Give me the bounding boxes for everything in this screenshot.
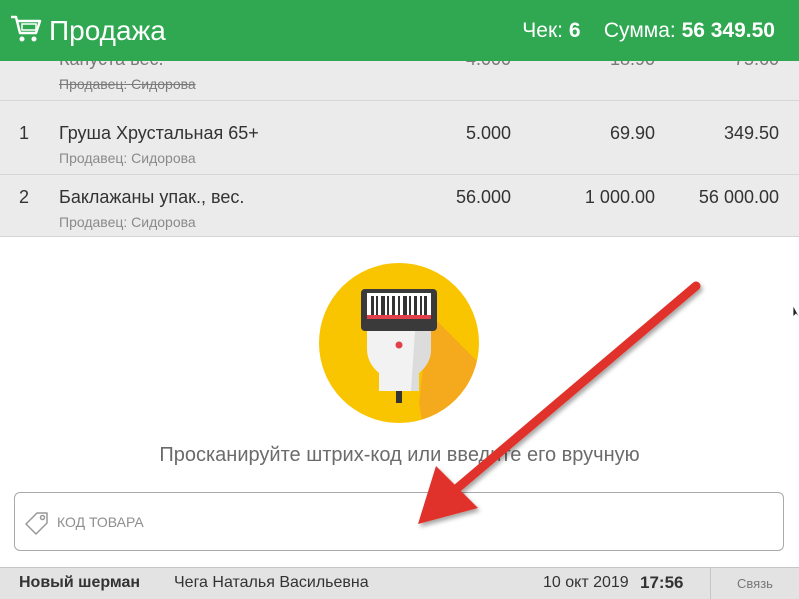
item-seller: Продавец: Сидорова bbox=[59, 214, 196, 230]
item-sum: 56 000.00 bbox=[698, 187, 779, 207]
product-code-field[interactable] bbox=[14, 492, 784, 551]
cashier-name: Чега Наталья Васильевна bbox=[174, 574, 369, 591]
item-sum: 75.60 bbox=[734, 61, 779, 70]
product-code-input[interactable] bbox=[57, 507, 757, 537]
item-price: 1 000.00 bbox=[584, 187, 655, 207]
item-qty: 56.000 bbox=[455, 187, 511, 207]
status-bar: Новый шерман Чега Наталья Васильевна 10 … bbox=[0, 567, 799, 599]
item-seller: Продавец: Сидорова bbox=[59, 76, 196, 92]
receipt-list[interactable]: Капуста вес. Продавец: Сидорова 4.000 18… bbox=[0, 61, 799, 237]
list-item[interactable]: Капуста вес. Продавец: Сидорова 4.000 18… bbox=[0, 61, 799, 101]
item-qty: 5.000 bbox=[465, 123, 511, 143]
check-label: Чек: bbox=[522, 19, 563, 42]
item-number: 2 bbox=[19, 187, 30, 207]
current-date: 10 окт 2019 bbox=[543, 574, 629, 591]
sum-label: Сумма: bbox=[603, 19, 676, 42]
item-price: 18.90 bbox=[610, 61, 655, 70]
item-qty: 4.000 bbox=[466, 61, 511, 70]
connection-button[interactable]: Связь bbox=[710, 568, 799, 599]
sum-value: 56 349.50 bbox=[681, 19, 775, 42]
list-item[interactable]: 1 Груша Хрустальная 65+ Продавец: Сидоро… bbox=[0, 113, 799, 175]
current-time: 17:56 bbox=[640, 573, 684, 592]
scan-hint: Просканируйте штрих-код или введите его … bbox=[159, 444, 640, 466]
item-name: Груша Хрустальная 65+ bbox=[59, 123, 259, 143]
mouse-cursor-icon bbox=[792, 306, 799, 318]
receipt-totals: Чек: 6 Сумма: 56 349.50 bbox=[522, 17, 775, 45]
app-header: Продажа Чек: 6 Сумма: 56 349.50 bbox=[0, 0, 799, 61]
item-name: Баклажаны упак., вес. bbox=[59, 187, 245, 207]
price-tag-icon bbox=[25, 512, 48, 535]
check-number: 6 bbox=[568, 19, 581, 42]
item-name: Капуста вес. bbox=[59, 61, 163, 70]
item-price: 69.90 bbox=[609, 123, 655, 143]
item-seller: Продавец: Сидорова bbox=[59, 150, 196, 166]
item-number: 1 bbox=[19, 123, 30, 143]
item-sum: 349.50 bbox=[723, 123, 779, 143]
page-title: Продажа bbox=[49, 15, 166, 46]
shopping-cart-icon[interactable] bbox=[10, 14, 42, 44]
store-name: Новый шерман bbox=[19, 574, 141, 591]
list-item[interactable]: 2 Баклажаны упак., вес. Продавец: Сидоро… bbox=[0, 177, 799, 236]
barcode-scanner-icon bbox=[319, 263, 479, 423]
